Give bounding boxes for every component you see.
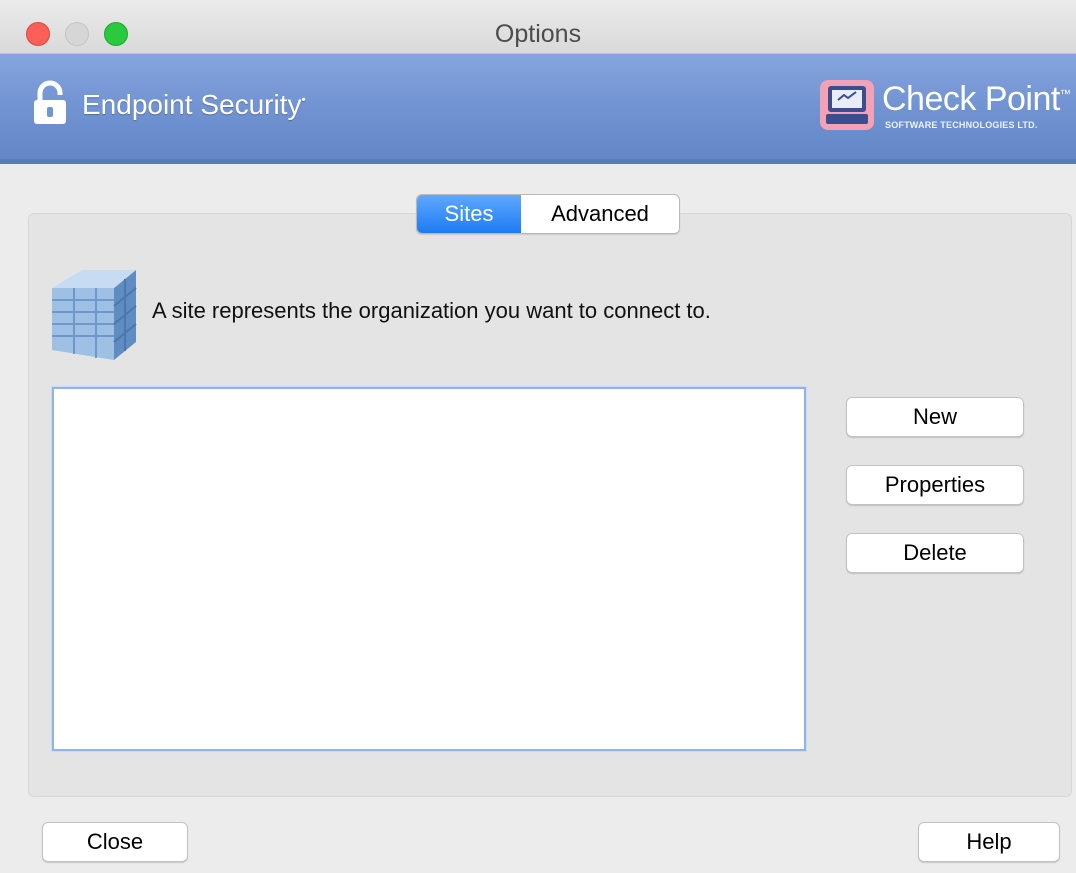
tab-bar: Sites Advanced bbox=[416, 194, 680, 234]
brand-subtitle: SOFTWARE TECHNOLOGIES LTD. bbox=[885, 120, 1038, 130]
building-icon bbox=[52, 270, 137, 360]
new-site-button[interactable]: New bbox=[846, 397, 1024, 437]
check-point-logo-icon bbox=[820, 80, 874, 130]
properties-button[interactable]: Properties bbox=[846, 465, 1024, 505]
site-list[interactable] bbox=[52, 387, 806, 751]
tab-sites[interactable]: Sites bbox=[417, 195, 521, 233]
product-name: Endpoint Security• bbox=[82, 89, 306, 120]
delete-site-button[interactable]: Delete bbox=[846, 533, 1024, 573]
tab-advanced[interactable]: Advanced bbox=[521, 195, 679, 233]
help-button[interactable]: Help bbox=[918, 822, 1060, 862]
window-titlebar: Options bbox=[0, 0, 1076, 54]
close-button[interactable]: Close bbox=[42, 822, 188, 862]
window-title: Options bbox=[494, 20, 582, 48]
lock-icon bbox=[34, 80, 66, 124]
product-banner: Endpoint Security• Check Point™ SOFTWARE… bbox=[0, 54, 1076, 164]
brand-name: Check Point™ bbox=[882, 80, 1071, 118]
sites-description: A site represents the organization you w… bbox=[152, 298, 711, 323]
